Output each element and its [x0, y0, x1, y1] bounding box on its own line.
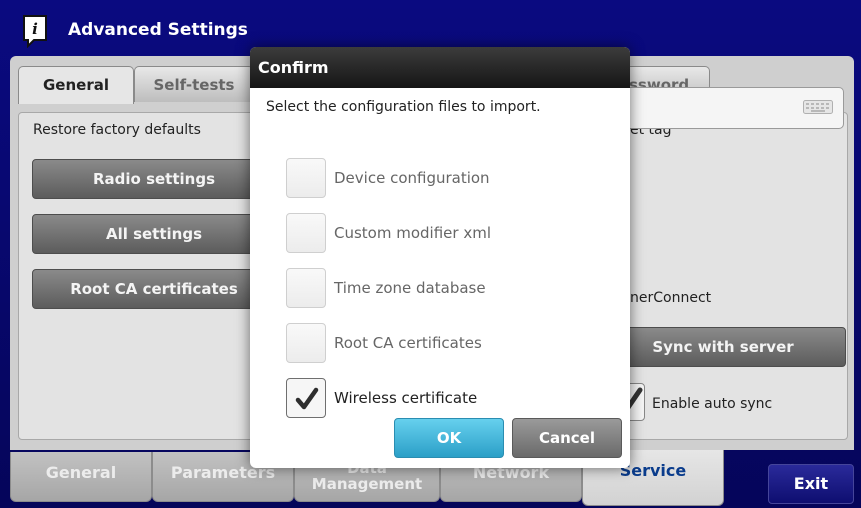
- radio-settings-button[interactable]: Radio settings: [32, 159, 276, 199]
- confirm-dialog: Confirm Select the configuration files t…: [250, 47, 630, 468]
- option-label: Root CA certificates: [334, 334, 482, 352]
- root-ca-certificates-button[interactable]: Root CA certificates: [32, 269, 276, 309]
- option-checkbox[interactable]: [286, 158, 326, 198]
- svg-text:i: i: [32, 20, 38, 38]
- dialog-header: Confirm: [250, 47, 630, 88]
- option-label: Time zone database: [334, 279, 486, 297]
- option-device-configuration[interactable]: Device configuration: [286, 158, 616, 200]
- dialog-title: Confirm: [258, 58, 329, 77]
- option-label: Custom modifier xml: [334, 224, 491, 242]
- exit-button[interactable]: Exit: [768, 464, 854, 504]
- sync-with-server-button[interactable]: Sync with server: [600, 327, 846, 367]
- option-checkbox[interactable]: [286, 268, 326, 308]
- tab-general[interactable]: General: [18, 66, 134, 104]
- app-window: i Advanced Settings General Self-tests s…: [0, 0, 861, 508]
- ok-button[interactable]: OK: [394, 418, 504, 458]
- info-book-icon: i: [23, 15, 47, 48]
- option-checkbox[interactable]: [286, 323, 326, 363]
- option-label: Device configuration: [334, 169, 490, 187]
- asset-tag-input[interactable]: [600, 87, 844, 129]
- restore-defaults-label: Restore factory defaults: [33, 122, 201, 138]
- cancel-button[interactable]: Cancel: [512, 418, 622, 458]
- option-wireless-certificate[interactable]: Wireless certificate: [286, 378, 616, 420]
- page-title: Advanced Settings: [68, 20, 248, 40]
- option-checkbox[interactable]: [286, 378, 326, 418]
- option-time-zone-database[interactable]: Time zone database: [286, 268, 616, 310]
- checkmark-icon: [295, 387, 319, 410]
- tab-self-tests[interactable]: Self-tests: [134, 66, 254, 102]
- all-settings-button[interactable]: All settings: [32, 214, 276, 254]
- dialog-prompt: Select the configuration files to import…: [266, 99, 541, 115]
- connect-label: nerConnect: [630, 290, 712, 306]
- option-label: Wireless certificate: [334, 389, 478, 407]
- option-root-ca-certificates[interactable]: Root CA certificates: [286, 323, 616, 365]
- keyboard-icon[interactable]: [803, 100, 833, 114]
- auto-sync-label: Enable auto sync: [652, 396, 773, 412]
- option-checkbox[interactable]: [286, 213, 326, 253]
- option-custom-modifier-xml[interactable]: Custom modifier xml: [286, 213, 616, 255]
- nav-general[interactable]: General: [10, 452, 152, 502]
